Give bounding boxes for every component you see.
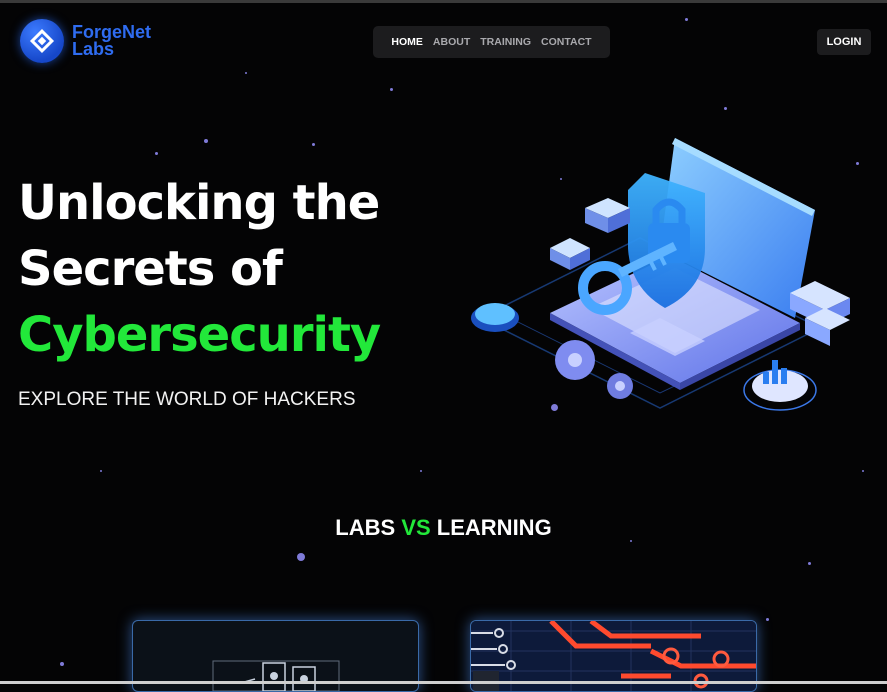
- hero-subtitle: EXPLORE THE WORLD OF HACKERS: [18, 389, 356, 410]
- brand-name-line2: Labs: [72, 39, 115, 59]
- nav-item-contact[interactable]: CONTACT: [541, 36, 592, 48]
- star: [390, 88, 393, 91]
- nav-item-home[interactable]: HOME: [391, 36, 423, 48]
- window-top-border: [0, 0, 887, 3]
- brand-logo[interactable]: ForgeNet Labs: [20, 19, 151, 63]
- nav-item-training[interactable]: TRAINING: [480, 36, 531, 48]
- hero-title: Unlocking the Secrets of Cybersecurity: [18, 170, 381, 368]
- section-title-labs: LABS: [335, 515, 396, 540]
- star: [766, 618, 769, 621]
- section-title: LABS VS LEARNING: [0, 515, 887, 541]
- login-button[interactable]: LOGIN: [817, 29, 871, 55]
- star: [297, 553, 305, 561]
- hero-title-line3: Cybersecurity: [18, 307, 381, 363]
- section-title-vs: VS: [401, 515, 431, 540]
- hero-title-line1: Unlocking the: [18, 175, 380, 231]
- star: [204, 139, 208, 143]
- logo-diamond-icon: [20, 19, 64, 63]
- star: [245, 72, 247, 74]
- star: [312, 143, 315, 146]
- star: [808, 562, 811, 565]
- star: [60, 662, 64, 666]
- cybersecurity-laptop-illustration: [471, 138, 850, 411]
- section-title-learning: LEARNING: [436, 515, 552, 540]
- star: [100, 470, 102, 472]
- star: [155, 152, 158, 155]
- nav-item-about[interactable]: ABOUT: [433, 36, 470, 48]
- main-nav: HOME ABOUT TRAINING CONTACT: [373, 26, 610, 58]
- star: [685, 18, 688, 21]
- star: [724, 107, 727, 110]
- hero-title-line2: Secrets of: [18, 241, 283, 297]
- star: [420, 470, 422, 472]
- brand-name: ForgeNet Labs: [72, 23, 151, 59]
- star: [862, 470, 864, 472]
